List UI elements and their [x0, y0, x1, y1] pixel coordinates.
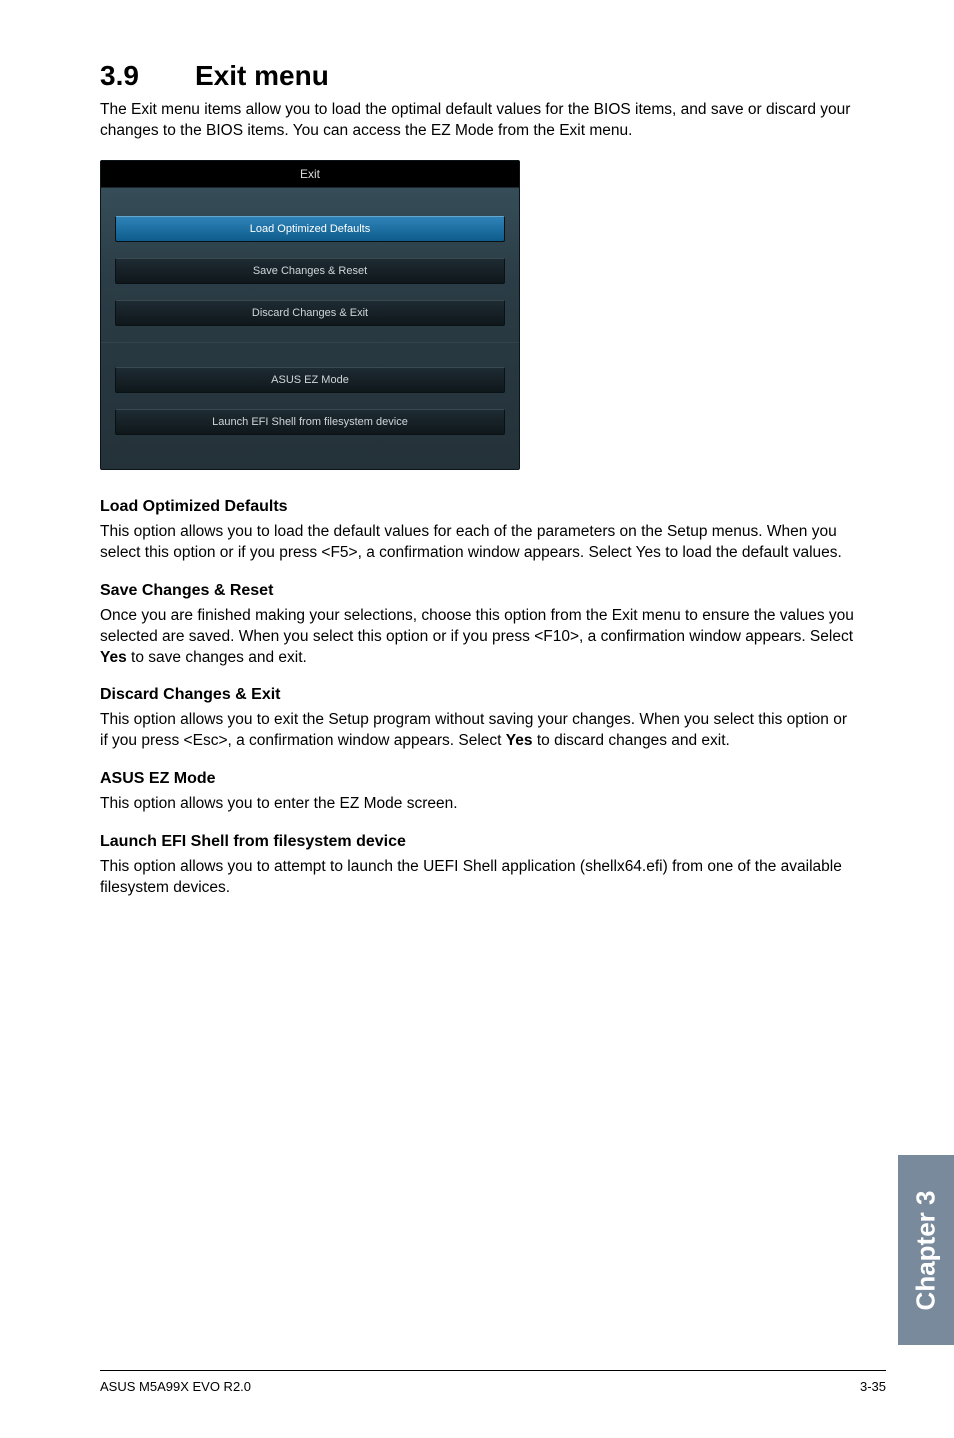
menu-launch-efi-shell[interactable]: Launch EFI Shell from filesystem device — [115, 409, 505, 435]
subheading-launch-efi-shell: Launch EFI Shell from filesystem device — [100, 833, 854, 851]
chapter-tab-label: Chapter 3 — [911, 1190, 942, 1310]
subheading-discard-changes-exit: Discard Changes & Exit — [100, 686, 854, 704]
page-footer: ASUS M5A99X EVO R2.0 3-35 — [100, 1370, 886, 1394]
text-run: Once you are finished making your select… — [100, 607, 854, 645]
text-yes: Yes — [506, 732, 533, 749]
section-title: Exit menu — [195, 60, 329, 91]
footer-right: 3-35 — [860, 1379, 886, 1394]
para-discard-changes-exit: This option allows you to exit the Setup… — [100, 710, 854, 752]
footer-left: ASUS M5A99X EVO R2.0 — [100, 1379, 251, 1394]
para-asus-ez-mode: This option allows you to enter the EZ M… — [100, 794, 854, 815]
text-yes: Yes — [100, 649, 127, 666]
dialog-title: Exit — [101, 161, 519, 188]
subheading-save-changes-reset: Save Changes & Reset — [100, 582, 854, 600]
text-run: to discard changes and exit. — [533, 732, 730, 749]
para-load-optimized-defaults: This option allows you to load the defau… — [100, 522, 854, 564]
menu-discard-changes-exit[interactable]: Discard Changes & Exit — [115, 300, 505, 326]
subheading-load-optimized-defaults: Load Optimized Defaults — [100, 498, 854, 516]
section-heading: 3.9Exit menu — [100, 60, 854, 92]
intro-paragraph: The Exit menu items allow you to load th… — [100, 100, 854, 142]
exit-dialog: Exit Load Optimized Defaults Save Change… — [100, 160, 520, 470]
section-number: 3.9 — [100, 60, 195, 92]
subheading-asus-ez-mode: ASUS EZ Mode — [100, 770, 854, 788]
para-save-changes-reset: Once you are finished making your select… — [100, 606, 854, 669]
text-run: This option allows you to exit the Setup… — [100, 711, 847, 749]
text-run: to save changes and exit. — [127, 649, 307, 666]
para-launch-efi-shell: This option allows you to attempt to lau… — [100, 857, 854, 899]
chapter-tab: Chapter 3 — [898, 1155, 954, 1345]
menu-load-optimized-defaults[interactable]: Load Optimized Defaults — [115, 216, 505, 242]
menu-asus-ez-mode[interactable]: ASUS EZ Mode — [115, 367, 505, 393]
menu-save-changes-reset[interactable]: Save Changes & Reset — [115, 258, 505, 284]
